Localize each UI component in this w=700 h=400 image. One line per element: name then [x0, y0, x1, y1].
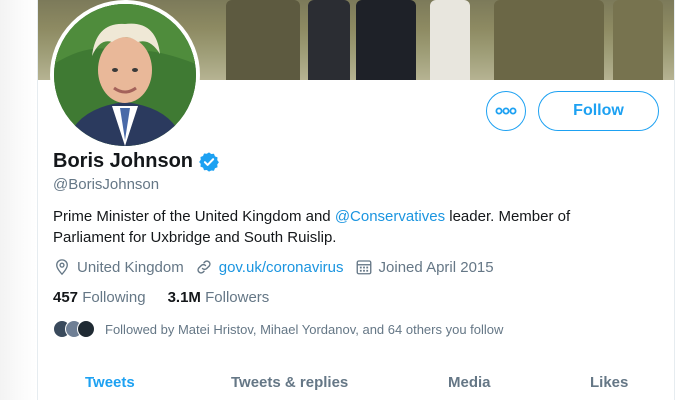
display-name: Boris Johnson: [53, 150, 194, 172]
following-count: 457: [53, 289, 79, 306]
avatar: [77, 320, 95, 338]
bio-mention-link[interactable]: @Conservatives: [335, 208, 445, 225]
banner-figure: [613, 0, 663, 80]
tab-media[interactable]: Media: [448, 374, 491, 391]
tab-tweets-and-replies[interactable]: Tweets & replies: [231, 374, 348, 391]
joined-item: Joined April 2015: [355, 258, 494, 276]
followers-stat[interactable]: 3.1M Followers: [168, 289, 270, 306]
tab-tweets[interactable]: Tweets: [85, 374, 135, 391]
more-options-button[interactable]: [486, 91, 526, 131]
profile-meta: United Kingdom gov.uk/coronavirus Joined…: [53, 258, 505, 276]
name-row: Boris Johnson: [53, 150, 220, 173]
follow-stats: 457 Following 3.1M Followers: [53, 289, 291, 306]
banner-figure: [494, 0, 604, 80]
banner-figure: [356, 0, 416, 80]
verified-badge-icon: [198, 151, 220, 173]
profile-bio: Prime Minister of the United Kingdom and…: [53, 206, 628, 248]
tab-likes[interactable]: Likes: [590, 374, 628, 391]
calendar-icon: [356, 260, 371, 275]
left-gutter: [0, 0, 37, 400]
profile-column: Follow Boris Johnson @BorisJohnson Prime…: [37, 0, 675, 400]
banner-figure: [430, 0, 470, 80]
banner-figure: [226, 0, 300, 80]
location-item: United Kingdom: [53, 258, 184, 276]
followers-label: Followers: [205, 289, 270, 306]
following-stat[interactable]: 457 Following: [53, 289, 146, 306]
link-icon: [197, 260, 211, 274]
profile-handle: @BorisJohnson: [53, 176, 160, 193]
followed-by-row[interactable]: Followed by Matei Hristov, Mihael Yordan…: [53, 320, 503, 338]
follow-button[interactable]: Follow: [538, 91, 659, 131]
avatar-image: [54, 4, 196, 146]
followed-by-text: Followed by Matei Hristov, Mihael Yordan…: [105, 321, 504, 337]
location-text: United Kingdom: [77, 258, 184, 276]
bio-text: Prime Minister of the United Kingdom and: [53, 208, 335, 225]
website-item[interactable]: gov.uk/coronavirus: [195, 258, 344, 276]
banner-figure: [308, 0, 350, 80]
location-pin-icon: [56, 259, 68, 276]
joined-text: Joined April 2015: [378, 258, 494, 276]
more-horizontal-icon: [495, 107, 517, 115]
followed-by-avatars: [53, 320, 95, 338]
profile-tabs: Tweets Tweets & replies Media Likes: [38, 366, 674, 400]
website-link[interactable]: gov.uk/coronavirus: [219, 259, 344, 276]
followers-count: 3.1M: [167, 289, 201, 306]
following-label: Following: [82, 289, 146, 306]
profile-avatar[interactable]: [50, 0, 200, 150]
